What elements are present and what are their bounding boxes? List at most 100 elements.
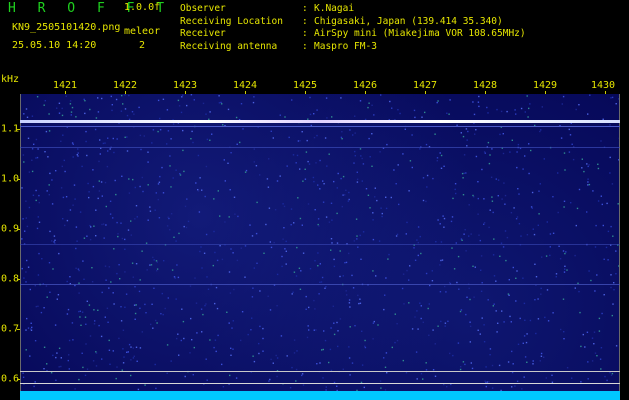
- noise-speck: [495, 178, 497, 180]
- noise-speck: [41, 258, 43, 260]
- noise-speck: [154, 363, 156, 366]
- noise-speck: [141, 331, 143, 333]
- noise-speck: [162, 313, 164, 316]
- noise-speck: [449, 99, 451, 101]
- noise-speck: [595, 224, 597, 227]
- noise-speck: [453, 268, 456, 270]
- noise-speck: [337, 330, 339, 332]
- noise-speck: [411, 166, 413, 169]
- noise-speck: [78, 378, 80, 381]
- noise-speck: [454, 183, 457, 185]
- noise-speck: [230, 152, 232, 154]
- noise-speck: [326, 117, 328, 119]
- noise-speck: [428, 334, 430, 336]
- noise-speck: [75, 267, 77, 269]
- noise-speck: [505, 259, 507, 262]
- noise-speck: [427, 307, 429, 310]
- noise-speck: [36, 156, 39, 159]
- noise-speck: [562, 250, 565, 252]
- noise-speck: [333, 258, 335, 261]
- noise-speck: [224, 221, 226, 223]
- noise-speck: [516, 380, 519, 382]
- noise-speck: [69, 209, 72, 211]
- noise-speck: [597, 167, 600, 170]
- noise-speck: [523, 302, 526, 305]
- noise-speck: [459, 310, 462, 313]
- noise-speck: [408, 190, 410, 192]
- version-label: 1.0.0f: [124, 2, 161, 13]
- noise-speck: [233, 288, 235, 291]
- noise-speck: [411, 328, 414, 330]
- noise-speck: [405, 233, 407, 235]
- noise-speck: [135, 346, 138, 348]
- noise-speck: [223, 159, 225, 161]
- noise-speck: [190, 317, 192, 320]
- noise-speck: [178, 105, 181, 107]
- noise-speck: [192, 374, 194, 376]
- noise-speck: [147, 151, 149, 153]
- noise-speck: [315, 329, 317, 331]
- noise-speck: [49, 230, 51, 233]
- carrier-trace-sub: [20, 126, 620, 127]
- noise-speck: [315, 162, 317, 164]
- noise-speck: [533, 233, 536, 236]
- noise-speck: [152, 129, 155, 131]
- noise-speck: [25, 108, 28, 110]
- noise-speck: [372, 322, 375, 324]
- noise-speck: [531, 191, 534, 194]
- noise-speck: [182, 129, 184, 132]
- noise-speck: [493, 238, 495, 240]
- noise-speck: [368, 102, 370, 104]
- noise-speck: [201, 267, 203, 269]
- noise-speck: [357, 294, 359, 297]
- noise-speck: [596, 274, 598, 276]
- noise-speck: [75, 116, 77, 118]
- carrier-trace-main: [20, 120, 620, 123]
- noise-speck: [565, 251, 567, 253]
- noise-speck: [162, 98, 165, 100]
- noise-speck: [85, 323, 87, 325]
- noise-speck: [139, 185, 141, 188]
- noise-speck: [21, 267, 23, 270]
- noise-speck: [526, 234, 529, 236]
- noise-speck: [65, 95, 67, 97]
- baseline-line-2: [20, 383, 620, 384]
- noise-speck: [414, 316, 416, 318]
- noise-speck: [587, 113, 589, 115]
- noise-speck: [340, 97, 342, 99]
- noise-speck: [133, 304, 136, 306]
- noise-speck: [141, 176, 143, 179]
- noise-speck: [43, 346, 46, 348]
- noise-speck: [319, 281, 321, 283]
- noise-speck: [70, 114, 72, 116]
- noise-speck: [331, 219, 333, 221]
- noise-speck: [98, 180, 100, 182]
- noise-speck: [406, 269, 408, 272]
- noise-speck: [291, 99, 293, 101]
- noise-speck: [67, 359, 69, 362]
- noise-speck: [138, 290, 141, 293]
- noise-speck: [171, 269, 174, 271]
- noise-speck: [163, 260, 165, 262]
- noise-speck: [610, 286, 612, 289]
- noise-speck: [205, 113, 207, 115]
- noise-speck: [606, 379, 608, 382]
- noise-speck: [115, 98, 118, 101]
- noise-speck: [268, 380, 270, 382]
- noise-speck: [118, 337, 120, 340]
- noise-speck: [211, 133, 213, 135]
- noise-speck: [101, 291, 103, 294]
- noise-speck: [166, 372, 168, 374]
- noise-speck: [348, 299, 351, 301]
- noise-speck: [521, 388, 523, 390]
- noise-speck: [269, 378, 271, 381]
- noise-speck: [217, 190, 219, 192]
- noise-speck: [45, 285, 48, 287]
- noise-speck: [149, 206, 151, 208]
- noise-speck: [465, 172, 467, 174]
- noise-speck: [531, 207, 533, 209]
- noise-speck: [263, 252, 265, 254]
- noise-speck: [300, 270, 302, 272]
- noise-speck: [136, 360, 138, 362]
- noise-speck: [124, 248, 126, 250]
